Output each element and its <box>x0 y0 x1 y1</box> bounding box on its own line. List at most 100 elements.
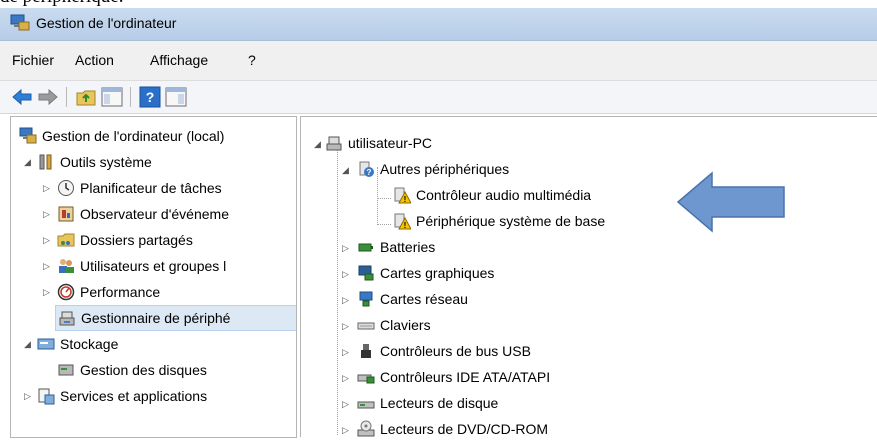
device-tree-label: Contrôleurs de bus USB <box>380 343 531 359</box>
device-tree-pane: ◢ utilisateur-PC ◢ ? Autres périphérique… <box>300 116 877 437</box>
svg-text:!: ! <box>404 221 407 230</box>
tree-item-label: Gestion de l'ordinateur (local) <box>42 128 225 144</box>
menu-action[interactable]: Action <box>75 52 114 68</box>
tree-item-event-viewer[interactable]: Observateur d'événeme <box>57 202 229 226</box>
expand-arrow-icon[interactable]: ▷ <box>42 288 51 297</box>
menu-affichage[interactable]: Affichage <box>150 52 208 68</box>
expand-arrow-icon[interactable]: ▷ <box>341 426 350 435</box>
device-category-usb[interactable]: Contrôleurs de bus USB <box>357 339 531 363</box>
window-title: Gestion de l'ordinateur <box>36 15 177 31</box>
forward-arrow-icon[interactable] <box>36 85 60 109</box>
services-icon <box>38 388 55 405</box>
performance-icon <box>57 283 75 301</box>
device-category-dvd[interactable]: Lecteurs de DVD/CD-ROM <box>357 417 548 437</box>
device-category-batteries[interactable]: Batteries <box>357 235 435 259</box>
expand-arrow-icon[interactable]: ▷ <box>341 400 350 409</box>
tree-item-shared-folders[interactable]: Dossiers partagés <box>57 228 193 252</box>
computer-icon <box>326 136 342 151</box>
menu-fichier[interactable]: Fichier <box>12 52 54 68</box>
tree-item-label: Outils système <box>60 154 152 170</box>
tree-item-root[interactable]: Gestion de l'ordinateur (local) <box>19 124 224 148</box>
tree-item-services-applications[interactable]: Services et applications <box>37 384 207 408</box>
keyboard-icon <box>357 322 375 330</box>
show-hide-action-pane-icon[interactable] <box>164 85 188 109</box>
expand-arrow-icon[interactable]: ▷ <box>341 322 350 331</box>
tree-item-label: Dossiers partagés <box>80 232 193 248</box>
device-category-keyboards[interactable]: Claviers <box>357 313 431 337</box>
tree-item-performance[interactable]: Performance <box>57 280 160 304</box>
device-tree-label: Contrôleurs IDE ATA/ATAPI <box>380 369 551 385</box>
tree-item-local-users-groups[interactable]: Utilisateurs et groupes l <box>57 254 226 278</box>
collapse-arrow-icon[interactable]: ◢ <box>313 140 322 149</box>
device-tree-label: Périphérique système de base <box>416 213 606 229</box>
up-folder-icon[interactable] <box>74 85 98 109</box>
device-item-audio-controller[interactable]: ! Contrôleur audio multimédia <box>393 183 591 207</box>
device-category-network[interactable]: Cartes réseau <box>357 287 468 311</box>
battery-icon <box>358 243 373 252</box>
dvd-drive-icon <box>357 420 375 437</box>
collapse-arrow-icon[interactable]: ◢ <box>23 340 32 349</box>
device-category-disk-drives[interactable]: Lecteurs de disque <box>357 391 498 415</box>
annotation-arrow <box>676 171 785 233</box>
tree-item-system-tools[interactable]: Outils système <box>37 150 152 174</box>
document-text: de périphérique. <box>0 0 123 8</box>
expand-arrow-icon[interactable]: ▷ <box>341 296 350 305</box>
menu-bar: Fichier Action Affichage ? <box>0 41 877 81</box>
ide-controller-icon <box>357 374 375 384</box>
tree-item-label: Performance <box>80 284 161 300</box>
unknown-device-icon: ? <box>359 161 374 177</box>
expand-arrow-icon[interactable]: ▷ <box>42 262 51 271</box>
tree-item-storage[interactable]: Stockage <box>37 332 118 356</box>
device-tree-label: Lecteurs de disque <box>380 395 499 411</box>
disk-management-icon <box>58 364 74 376</box>
show-hide-tree-icon[interactable] <box>100 85 124 109</box>
device-tree-label: Batteries <box>380 239 436 255</box>
tools-icon <box>39 154 52 170</box>
expand-arrow-icon[interactable]: ▷ <box>341 374 350 383</box>
device-category-ide[interactable]: Contrôleurs IDE ATA/ATAPI <box>357 365 550 389</box>
tree-item-label: Gestionnaire de périphé <box>81 310 231 326</box>
tree-connector <box>377 224 391 225</box>
tree-item-label: Services et applications <box>60 388 208 404</box>
tree-item-label: Stockage <box>60 336 119 352</box>
device-manager-icon <box>59 311 75 326</box>
expand-arrow-icon[interactable]: ▷ <box>42 210 51 219</box>
expand-arrow-icon[interactable]: ▷ <box>42 184 51 193</box>
menu-help[interactable]: ? <box>248 52 256 68</box>
tree-item-device-manager[interactable]: Gestionnaire de périphé <box>55 305 296 331</box>
toolbar: ? <box>0 81 877 114</box>
svg-text:?: ? <box>146 89 155 105</box>
tree-item-label: Utilisateurs et groupes l <box>80 258 227 274</box>
users-icon <box>59 259 74 273</box>
tree-connector <box>337 141 338 435</box>
expand-arrow-icon[interactable]: ▷ <box>341 348 350 357</box>
back-arrow-icon[interactable] <box>10 85 34 109</box>
display-adapter-icon <box>358 265 374 281</box>
collapse-arrow-icon[interactable]: ◢ <box>23 158 32 167</box>
warning-device-icon: ! <box>394 187 411 204</box>
device-tree-label: Autres périphériques <box>380 161 510 177</box>
disk-drive-icon <box>357 401 375 409</box>
device-category-other[interactable]: ? Autres périphériques <box>357 157 509 181</box>
device-category-graphics[interactable]: Cartes graphiques <box>357 261 494 285</box>
expand-arrow-icon[interactable]: ▷ <box>23 392 32 401</box>
tree-item-task-scheduler[interactable]: Planificateur de tâches <box>57 176 222 200</box>
help-icon[interactable]: ? <box>138 85 162 109</box>
computer-management-icon <box>10 14 30 31</box>
svg-text:?: ? <box>367 168 372 177</box>
device-tree-label: Cartes graphiques <box>380 265 495 281</box>
device-tree-computer[interactable]: utilisateur-PC <box>325 131 432 155</box>
expand-arrow-icon[interactable]: ▷ <box>341 270 350 279</box>
svg-text:!: ! <box>404 195 407 204</box>
expand-arrow-icon[interactable]: ▷ <box>42 236 51 245</box>
device-tree-label: Cartes réseau <box>380 291 468 307</box>
tree-item-disk-management[interactable]: Gestion des disques <box>57 358 207 382</box>
network-adapter-icon <box>359 291 373 307</box>
device-item-base-system-device[interactable]: ! Périphérique système de base <box>393 209 605 233</box>
computer-management-icon <box>19 127 37 144</box>
usb-icon <box>361 344 371 358</box>
expand-arrow-icon[interactable]: ▷ <box>341 244 350 253</box>
collapse-arrow-icon[interactable]: ◢ <box>341 166 350 175</box>
tree-item-label: Observateur d'événeme <box>80 206 229 222</box>
device-tree-label: Contrôleur audio multimédia <box>416 187 592 203</box>
